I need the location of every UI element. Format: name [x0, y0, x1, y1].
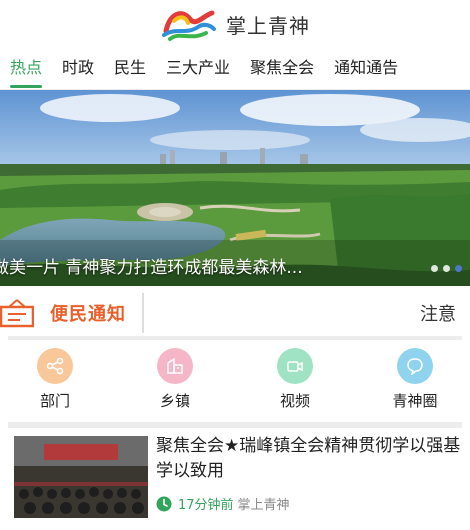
building-icon [157, 348, 193, 384]
carousel-dot-active[interactable] [455, 265, 462, 272]
news-item[interactable]: 聚焦全会★瑞峰镇全会精神贯彻学以强基 学以致用 17分钟前 掌上青神 [0, 434, 470, 530]
category-tabs: 热点 时政 民生 三大产业 聚焦全会 通知通告 [0, 48, 470, 90]
app-header: 掌上青神 [0, 0, 470, 48]
section-divider [8, 336, 462, 340]
quick-link-towns[interactable]: 乡镇 [145, 348, 205, 411]
notice-label: 便民通知 [50, 304, 126, 325]
notice-board-icon [0, 299, 34, 328]
quick-link-label: 视频 [279, 392, 310, 410]
tab-livelihood[interactable]: 民生 [104, 48, 156, 89]
share-nodes-icon [37, 348, 73, 384]
carousel-dot[interactable] [443, 265, 450, 272]
news-title[interactable]: 聚焦全会★瑞峰镇全会精神贯彻学以强基 学以致用 [156, 434, 462, 484]
carousel-dot[interactable] [431, 265, 438, 272]
quick-link-label: 乡镇 [159, 392, 190, 410]
tab-hot[interactable]: 热点 [0, 48, 52, 89]
video-camera-icon [277, 348, 313, 384]
quick-links: 部门 乡镇 视频 青神圈 [0, 348, 470, 412]
news-thumbnail[interactable] [14, 436, 148, 518]
notice-divider [142, 293, 144, 333]
clock-icon [156, 496, 172, 511]
quick-link-video[interactable]: 视频 [265, 348, 325, 411]
banner-carousel[interactable]: 做美一片 青神聚力打造环成都最美森林... [0, 90, 470, 286]
app-logo-icon [162, 10, 216, 41]
banner-caption[interactable]: 做美一片 青神聚力打造环成都最美森林... [0, 253, 303, 278]
quick-link-label: 青神圈 [392, 392, 438, 410]
tab-politics[interactable]: 时政 [52, 48, 104, 89]
section-divider [8, 422, 462, 428]
quick-link-circle[interactable]: 青神圈 [385, 348, 445, 411]
news-meta: 17分钟前 掌上青神 [156, 494, 290, 513]
quick-link-label: 部门 [39, 392, 70, 410]
chat-bubble-icon [397, 348, 433, 384]
notice-bar[interactable]: 便民通知 注意 [0, 290, 470, 336]
notice-text[interactable]: 注意 [420, 300, 456, 326]
tab-announcements[interactable]: 通知通告 [324, 48, 408, 89]
news-time: 17分钟前 [178, 498, 234, 513]
quick-link-departments[interactable]: 部门 [25, 348, 85, 411]
news-source: 掌上青神 [237, 498, 290, 513]
app-title: 掌上青神 [226, 13, 310, 38]
carousel-indicators [431, 265, 462, 272]
tab-plenary[interactable]: 聚焦全会 [240, 48, 324, 89]
tab-industries[interactable]: 三大产业 [156, 48, 240, 89]
